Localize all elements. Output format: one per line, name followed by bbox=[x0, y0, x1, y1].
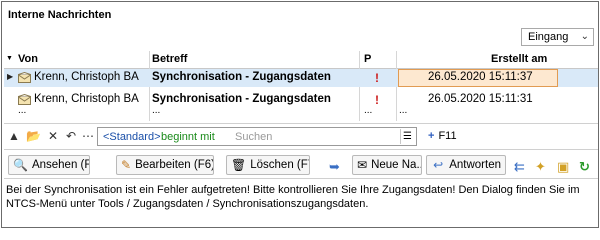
trash-icon: 🗑 bbox=[231, 158, 247, 172]
envelope-icon bbox=[18, 72, 31, 83]
plus-icon: + bbox=[428, 130, 435, 142]
reply-button-label: Antworten bbox=[449, 159, 501, 171]
refresh-icon[interactable]: ↻ bbox=[579, 159, 590, 175]
search-hotkey[interactable]: + F11 bbox=[428, 130, 457, 142]
column-header-subject[interactable]: Betreff bbox=[152, 53, 187, 65]
column-header-from[interactable]: Von bbox=[18, 53, 38, 65]
view-button[interactable]: 🔍 Ansehen (F2) bbox=[8, 155, 90, 175]
more-row-subject: ... bbox=[152, 105, 161, 116]
collapse-up-icon[interactable]: ▲ bbox=[8, 129, 20, 143]
more-options-icon[interactable]: ⋯ bbox=[82, 129, 94, 143]
row-subject: Synchronisation - Zugangsdaten bbox=[152, 93, 331, 105]
table-row: ... ... ... ... bbox=[4, 105, 598, 119]
grid-header: ▼ Von Betreff P Erstellt am bbox=[4, 51, 598, 69]
forward-icon[interactable]: ➥ bbox=[329, 159, 340, 175]
search-operator[interactable]: beginnt mit bbox=[161, 131, 215, 143]
chevron-down-icon[interactable]: ⌄ bbox=[581, 31, 589, 42]
search-filter[interactable]: <Standard> beginnt mit Suchen ☰ bbox=[97, 127, 417, 146]
edit-button[interactable]: ✎ Bearbeiten (F6) bbox=[116, 155, 214, 175]
edit-button-label: Bearbeiten (F6) bbox=[135, 159, 214, 171]
hotkey-label: F11 bbox=[438, 130, 457, 142]
row-subject: Synchronisation - Zugangsdaten bbox=[152, 71, 331, 83]
row-from: Krenn, Christoph BA bbox=[34, 71, 139, 83]
priority-icon: ! bbox=[375, 93, 379, 107]
search-field-selector[interactable]: <Standard> bbox=[103, 131, 161, 143]
search-input[interactable]: Suchen bbox=[235, 131, 272, 143]
reply-icon: ↩ bbox=[433, 158, 444, 172]
search-toolbar: ▲ 📂 ✕ ↶ ⋯ <Standard> beginnt mit Suchen … bbox=[4, 123, 598, 147]
reply-all-icon[interactable]: ⇇ bbox=[514, 159, 525, 175]
more-row-priority: ... bbox=[364, 105, 373, 116]
envelope-icon bbox=[18, 94, 31, 105]
view-button-label: Ansehen (F2) bbox=[31, 159, 89, 171]
panel-title: Interne Nachrichten bbox=[8, 9, 112, 21]
close-icon[interactable]: ✕ bbox=[48, 129, 58, 143]
more-row-from: ... bbox=[18, 105, 27, 116]
folder-open-icon[interactable]: 📂 bbox=[26, 129, 41, 143]
column-header-created[interactable]: Erstellt am bbox=[491, 53, 547, 65]
mailbox-select-value: Eingang bbox=[528, 31, 569, 43]
archive-icon[interactable]: ▣ bbox=[557, 159, 569, 175]
delete-button[interactable]: 🗑 Löschen (F7) bbox=[226, 155, 310, 175]
reply-button[interactable]: ↩ Antworten bbox=[426, 155, 506, 175]
table-row[interactable]: ▶ Krenn, Christoph BA Synchronisation - … bbox=[4, 69, 598, 87]
new-message-button-label: Neue Na... bbox=[371, 159, 422, 171]
mailbox-select[interactable]: Eingang ⌄ bbox=[521, 28, 594, 46]
pencil-icon: ✎ bbox=[121, 158, 132, 172]
more-row-created: ... bbox=[399, 105, 408, 116]
new-message-icon: ✉ bbox=[357, 158, 368, 172]
sort-icon[interactable]: ▼ bbox=[6, 55, 13, 62]
row-from: Krenn, Christoph BA bbox=[34, 93, 139, 105]
column-header-priority[interactable]: P bbox=[364, 53, 371, 65]
attachment-icon[interactable]: ✦ bbox=[535, 159, 546, 175]
row-created: 26.05.2020 15:11:37 bbox=[428, 71, 533, 83]
priority-icon: ! bbox=[375, 71, 379, 85]
magnifier-icon: 🔍 bbox=[13, 158, 28, 172]
row-created: 26.05.2020 15:11:31 bbox=[428, 93, 533, 105]
action-toolbar: 🔍 Ansehen (F2) ✎ Bearbeiten (F6) 🗑 Lösch… bbox=[4, 149, 598, 179]
delete-button-label: Löschen (F7) bbox=[250, 159, 309, 171]
internal-messages-panel: Interne Nachrichten Eingang ⌄ ▼ Von Betr… bbox=[1, 1, 599, 228]
message-body: Bei der Synchronisation ist ein Fehler a… bbox=[6, 184, 580, 210]
row-indicator-icon: ▶ bbox=[7, 72, 14, 81]
messages-grid: ▼ Von Betreff P Erstellt am ▶ Krenn, Chr… bbox=[4, 51, 598, 121]
hamburger-menu-icon[interactable]: ☰ bbox=[400, 129, 414, 144]
undo-icon[interactable]: ↶ bbox=[66, 129, 76, 143]
new-message-button[interactable]: ✉ Neue Na... bbox=[352, 155, 422, 175]
